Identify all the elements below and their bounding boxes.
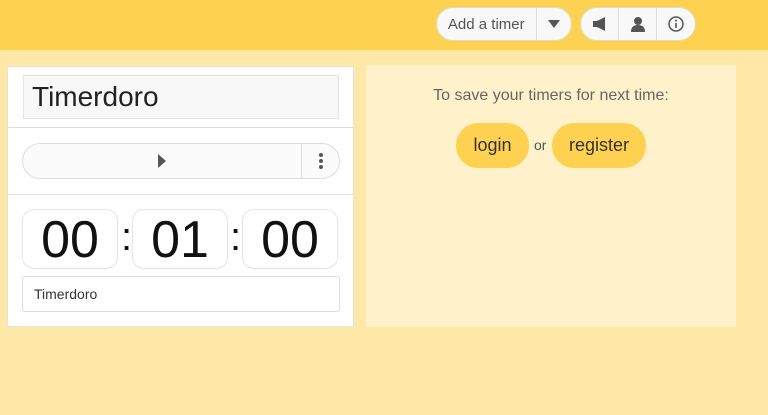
timer-menu-button[interactable] <box>301 144 339 178</box>
divider <box>8 127 353 128</box>
login-button[interactable]: login <box>456 123 529 168</box>
megaphone-icon <box>592 17 605 31</box>
or-text: or <box>534 137 547 153</box>
timer-name-field[interactable]: Timerdoro <box>23 75 339 119</box>
chevron-down-icon <box>547 20 560 28</box>
save-timers-panel: To save your timers for next time: login… <box>366 65 736 327</box>
announce-button[interactable] <box>581 8 619 40</box>
register-button[interactable]: register <box>552 123 646 168</box>
more-vertical-icon <box>318 153 323 169</box>
hours-field[interactable]: 00 <box>22 209 118 269</box>
info-icon <box>668 16 684 32</box>
play-button[interactable] <box>23 144 301 178</box>
add-timer-group: Add a timer <box>436 7 572 41</box>
top-bar: Add a timer <box>0 0 768 50</box>
play-icon <box>158 154 166 168</box>
timer-card: Timerdoro 00 : 01 : 00 Timerdoro <box>7 66 354 327</box>
info-button[interactable] <box>657 8 695 40</box>
account-button[interactable] <box>619 8 657 40</box>
time-separator: : <box>121 215 133 259</box>
timer-label-field[interactable]: Timerdoro <box>22 276 340 312</box>
add-timer-dropdown-button[interactable] <box>537 8 571 40</box>
time-separator: : <box>230 215 242 259</box>
timer-controls <box>22 143 340 179</box>
user-icon <box>630 17 645 32</box>
save-message: To save your timers for next time: <box>433 87 669 104</box>
toolbar-icon-group <box>580 7 696 41</box>
seconds-field[interactable]: 00 <box>242 209 338 269</box>
divider <box>8 194 353 195</box>
minutes-field[interactable]: 01 <box>132 209 228 269</box>
add-timer-button[interactable]: Add a timer <box>437 8 537 40</box>
